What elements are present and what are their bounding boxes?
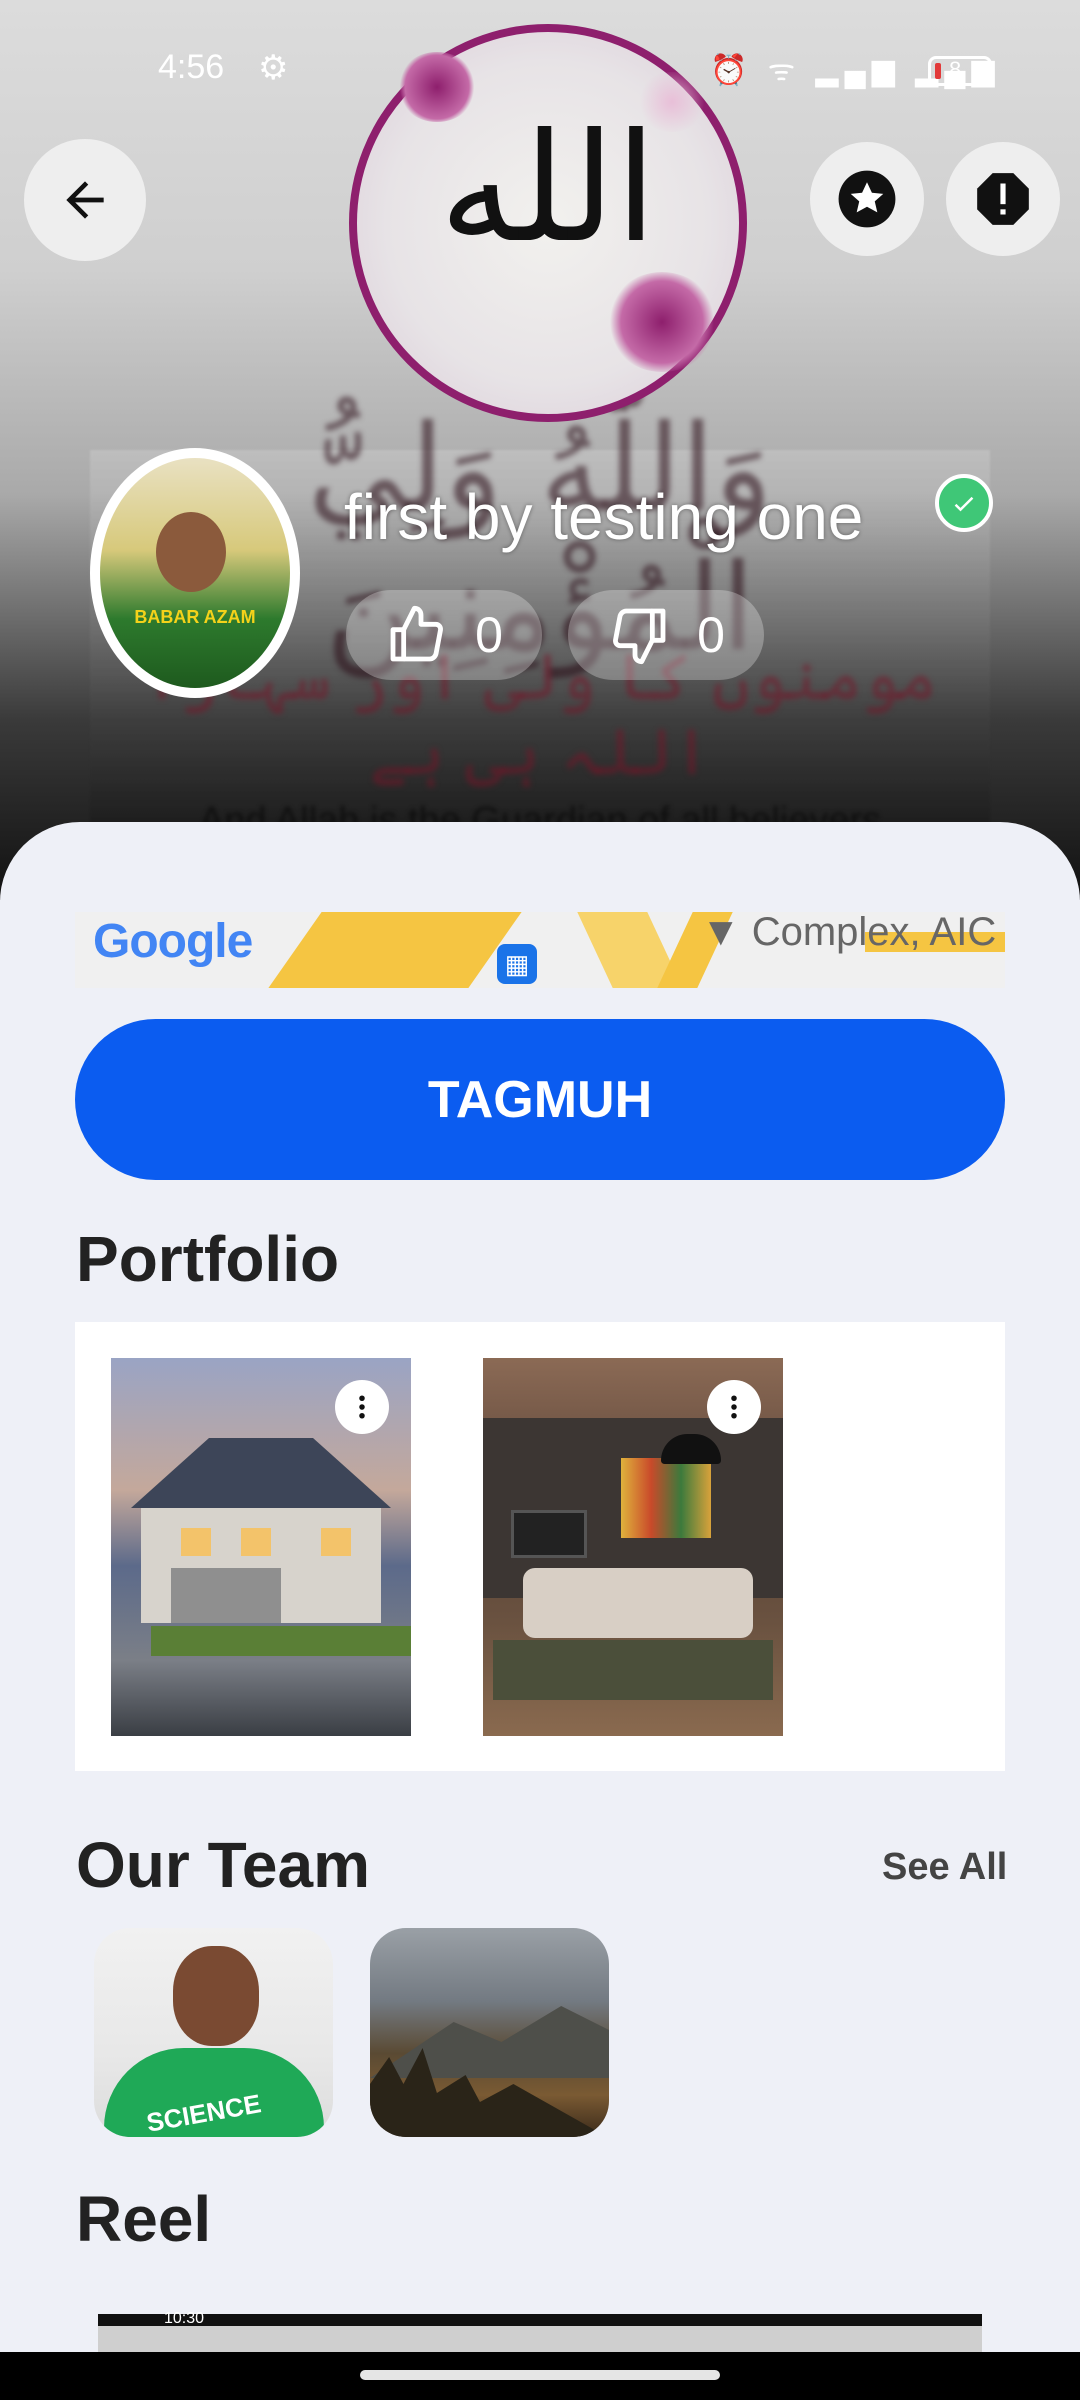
report-button[interactable] <box>946 142 1060 256</box>
verified-badge <box>935 474 993 532</box>
dislike-button[interactable]: 0 <box>568 590 764 680</box>
profile-header: وَاللّٰهُ وَلِيُّ الْمُؤْمِنِينَ مومنوں … <box>0 0 1080 900</box>
more-vertical-icon <box>731 1395 737 1419</box>
google-logo: Google <box>93 915 253 968</box>
reel-heading: Reel <box>76 2183 212 2255</box>
status-time: 4:56 <box>158 48 225 86</box>
like-button[interactable]: 0 <box>346 590 542 680</box>
system-navigation-bar <box>0 2352 1080 2400</box>
bus-stop-icon: ▦ <box>497 944 537 984</box>
reel-thumbnail[interactable]: 10:30 <box>98 2310 982 2352</box>
thumbs-up-icon <box>390 605 444 662</box>
status-bar: 4:56 ⚙ ⏰ ᯤ ▂▄▆ ▂▄▆ 8 <box>0 0 1080 140</box>
like-count: 0 <box>475 607 503 663</box>
back-button[interactable] <box>24 139 146 261</box>
settings-status-icon: ⚙ <box>258 49 289 87</box>
arrow-left-icon <box>66 181 104 219</box>
dislike-count: 0 <box>697 607 725 663</box>
reel-thumbnail-time: 10:30 <box>164 2310 205 2327</box>
avatar-caption: BABAR AZAM <box>134 607 256 627</box>
thumbs-down-icon <box>613 608 666 665</box>
portfolio-gallery <box>75 1322 1005 1771</box>
portfolio-item[interactable] <box>111 1358 411 1736</box>
tagmuh-button[interactable]: TAGMUH <box>75 1019 1005 1180</box>
see-all-team-link[interactable]: See All <box>882 1846 1007 1889</box>
team-member-card[interactable] <box>370 1928 609 2137</box>
portfolio-item[interactable] <box>483 1358 783 1736</box>
alert-icon <box>977 173 1029 225</box>
battery-level: 8 <box>949 57 962 82</box>
profile-title: first by testing one <box>344 481 864 553</box>
portfolio-item-menu-button[interactable] <box>335 1380 389 1434</box>
team-member-card[interactable]: SCIENCE <box>94 1928 333 2137</box>
map-place-label: ▼ Complex, AIC <box>701 912 997 954</box>
team-heading: Our Team <box>76 1829 370 1901</box>
battery-icon: 8 <box>928 56 992 86</box>
portfolio-heading: Portfolio <box>76 1223 340 1295</box>
portfolio-item-menu-button[interactable] <box>707 1380 761 1434</box>
favorite-button[interactable] <box>810 142 924 256</box>
star-icon <box>838 170 896 228</box>
check-icon <box>954 496 974 512</box>
profile-avatar[interactable]: BABAR AZAM <box>90 448 300 698</box>
location-map[interactable]: Google ▦ ▼ Complex, AIC <box>75 912 1005 988</box>
more-vertical-icon <box>359 1395 365 1419</box>
home-gesture-handle[interactable] <box>360 2370 720 2380</box>
